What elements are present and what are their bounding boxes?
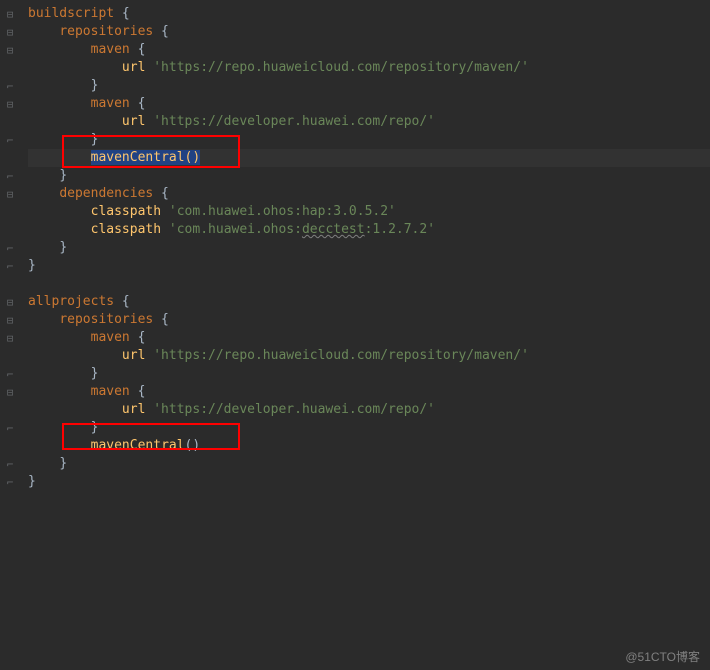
code-line[interactable]: classpath 'com.huawei.ohos:hap:3.0.5.2' bbox=[28, 203, 710, 221]
fold-icon[interactable]: ⊟ bbox=[0, 311, 20, 329]
code-line[interactable]: url 'https://developer.huawei.com/repo/' bbox=[28, 401, 710, 419]
fold-icon[interactable]: ⌐ bbox=[0, 365, 20, 383]
fold-icon[interactable]: ⌐ bbox=[0, 167, 20, 185]
fold-icon[interactable]: ⌐ bbox=[0, 455, 20, 473]
code-editor[interactable]: ⊟ ⊟ ⊟ ⌐ ⊟ ⌐ ⌐ ⊟ ⌐ ⌐ ⊟ ⊟ ⊟ ⌐ ⊟ ⌐ ⌐ ⌐ buil… bbox=[0, 0, 710, 670]
fold-icon[interactable]: ⌐ bbox=[0, 77, 20, 95]
code-line[interactable]: } bbox=[28, 77, 710, 95]
fold-icon[interactable]: ⊟ bbox=[0, 329, 20, 347]
fold-icon[interactable]: ⌐ bbox=[0, 257, 20, 275]
code-line[interactable]: } bbox=[28, 473, 710, 491]
fold-icon[interactable]: ⌐ bbox=[0, 419, 20, 437]
code-line[interactable]: } bbox=[28, 455, 710, 473]
code-line[interactable]: } bbox=[28, 131, 710, 149]
fold-icon[interactable]: ⌐ bbox=[0, 131, 20, 149]
code-line[interactable]: maven { bbox=[28, 329, 710, 347]
fold-icon[interactable]: ⊟ bbox=[0, 383, 20, 401]
watermark: @51CTO博客 bbox=[625, 648, 700, 665]
code-line[interactable]: } bbox=[28, 257, 710, 275]
fold-icon[interactable]: ⊟ bbox=[0, 95, 20, 113]
code-line[interactable]: mavenCentral() bbox=[28, 437, 710, 455]
fold-icon[interactable]: ⊟ bbox=[0, 5, 20, 23]
code-line[interactable]: repositories { bbox=[28, 23, 710, 41]
fold-icon[interactable]: ⊟ bbox=[0, 41, 20, 59]
fold-icon[interactable]: ⊟ bbox=[0, 23, 20, 41]
code-line[interactable]: allprojects { bbox=[28, 293, 710, 311]
fold-icon[interactable]: ⊟ bbox=[0, 293, 20, 311]
code-line[interactable]: } bbox=[28, 167, 710, 185]
code-line[interactable]: maven { bbox=[28, 41, 710, 59]
code-line[interactable]: url 'https://developer.huawei.com/repo/' bbox=[28, 113, 710, 131]
fold-icon[interactable]: ⌐ bbox=[0, 473, 20, 491]
code-line[interactable]: } bbox=[28, 419, 710, 437]
code-area[interactable]: buildscript { repositories { maven { url… bbox=[20, 0, 710, 670]
fold-icon[interactable]: ⌐ bbox=[0, 239, 20, 257]
code-line[interactable]: classpath 'com.huawei.ohos:decctest:1.2.… bbox=[28, 221, 710, 239]
code-line-empty[interactable] bbox=[28, 275, 710, 293]
code-line[interactable]: } bbox=[28, 365, 710, 383]
code-line[interactable]: repositories { bbox=[28, 311, 710, 329]
code-line[interactable]: dependencies { bbox=[28, 185, 710, 203]
code-line[interactable]: maven { bbox=[28, 95, 710, 113]
code-line[interactable]: maven { bbox=[28, 383, 710, 401]
gutter: ⊟ ⊟ ⊟ ⌐ ⊟ ⌐ ⌐ ⊟ ⌐ ⌐ ⊟ ⊟ ⊟ ⌐ ⊟ ⌐ ⌐ ⌐ bbox=[0, 0, 20, 670]
code-line-selected[interactable]: mavenCentral() bbox=[28, 149, 710, 167]
code-line[interactable]: url 'https://repo.huaweicloud.com/reposi… bbox=[28, 59, 710, 77]
code-line[interactable]: buildscript { bbox=[28, 5, 710, 23]
fold-icon[interactable]: ⊟ bbox=[0, 185, 20, 203]
code-line[interactable]: url 'https://repo.huaweicloud.com/reposi… bbox=[28, 347, 710, 365]
code-line[interactable]: } bbox=[28, 239, 710, 257]
